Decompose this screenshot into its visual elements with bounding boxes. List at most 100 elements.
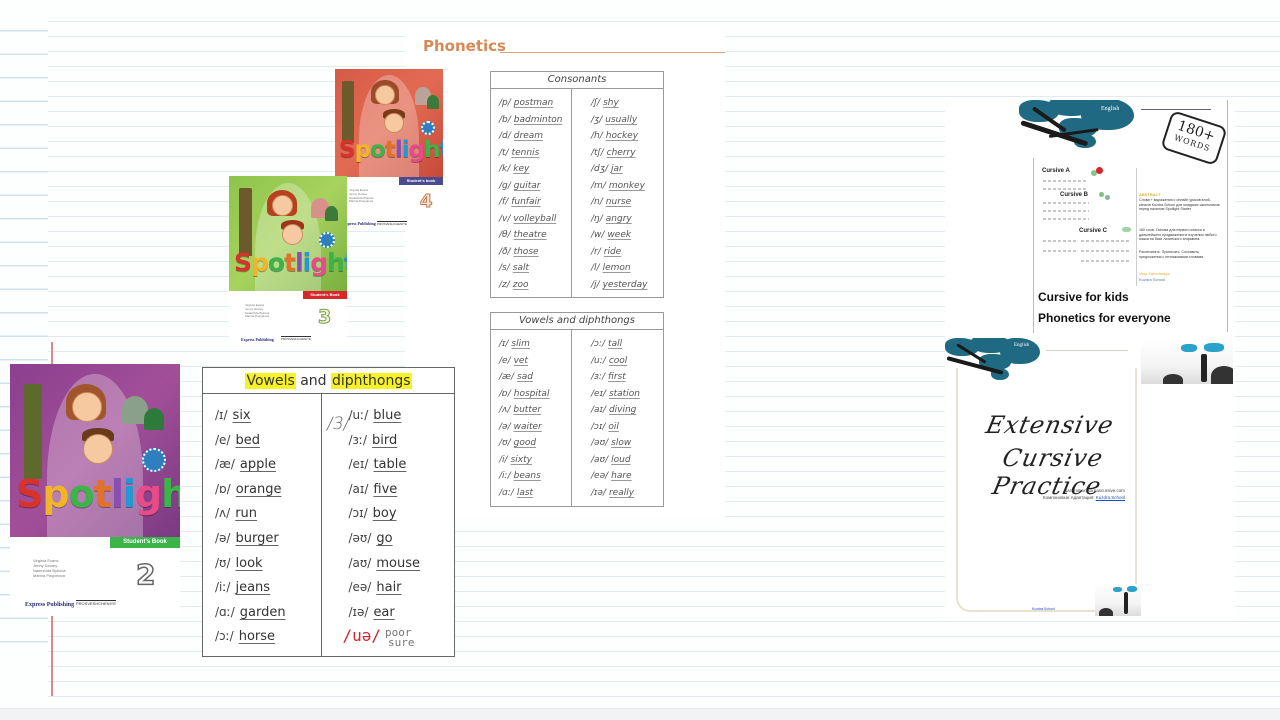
phoneme-row: /ə/waiter <box>499 419 571 436</box>
example-word: five <box>373 481 398 497</box>
phoneme-row: /p/postman <box>499 95 571 112</box>
ipa-symbol: /n/ <box>591 197 603 207</box>
phoneme-row: /eə/hair <box>349 575 455 600</box>
phoneme-row: /eɪ/station <box>591 386 663 403</box>
footer-link[interactable]: Kuzdra.School <box>1032 607 1055 611</box>
phoneme-row: /θ/theatre <box>499 227 571 244</box>
table-title: Vowels and diphthongs <box>203 368 454 394</box>
speech-cloud <box>1127 586 1137 592</box>
table-column-right: /ɔː/tall/uː/cool/ɜː/first/eɪ/station/aɪ/… <box>571 330 663 507</box>
author-name: Marina Pospelova <box>349 199 374 204</box>
logo-letter: t <box>93 472 112 516</box>
credit-label: Заготовки: <box>1064 488 1087 493</box>
handwritten-phoneme-row: /uə/poor sure <box>343 624 455 649</box>
practice-line <box>1043 218 1089 220</box>
phoneme-row: /ɪə/really <box>591 485 663 502</box>
book-authors: Virginia Evans Jenny Dooley Nadezhda Byk… <box>245 303 269 319</box>
phoneme-row: /i/sixty <box>499 452 571 469</box>
practice-line <box>1081 240 1131 242</box>
example-word: those <box>513 246 539 257</box>
ipa-symbol: /æ/ <box>499 372 515 382</box>
phoneme-row: /ŋ/angry <box>591 211 663 228</box>
example-word: run <box>235 506 258 522</box>
phoneme-row: /z/zoo <box>499 277 571 294</box>
ipa-symbol: /t/ <box>499 147 509 158</box>
spotlight-book-4-cover: Spotlight Student's book Virginia Evans … <box>335 69 443 229</box>
ipa-symbol: /aʊ/ <box>591 454 609 465</box>
ipa-symbol: /p/ <box>499 98 511 108</box>
bottom-bar <box>0 708 1280 720</box>
ipa-symbol: /ɔː/ <box>215 629 234 644</box>
speech-cloud <box>1204 343 1224 352</box>
example-word: week <box>607 230 632 240</box>
credit-line: Компоновка/ Адаптация: Kuzdra.School <box>965 495 1125 500</box>
cursive-a-label: Cursive A <box>1042 168 1070 174</box>
table-body: /p/postman/b/badminton/d/dream/t/tennis /… <box>491 89 663 298</box>
example-word: slow <box>611 438 632 448</box>
example-word: good <box>513 438 537 448</box>
ipa-symbol: /ɒ/ <box>499 388 511 399</box>
eu-badge-icon <box>421 121 435 135</box>
table-body: /ɪ/six/e/bed/æ/apple/ɒ/orange/ʌ/run/ə/bu… <box>203 394 454 656</box>
phoneme-row: /aɪ/five <box>349 477 455 502</box>
cover-art: Spotlight <box>335 69 443 177</box>
handwritten-ipa-symbol: /uə/ <box>342 626 382 646</box>
practice-line <box>1043 210 1089 212</box>
spotlight-logo: Spotlight <box>16 472 180 516</box>
logo-letter: S <box>16 472 43 516</box>
spotlight-logo: Spotlight <box>339 137 443 163</box>
phoneme-row: /ð/those <box>499 244 571 261</box>
ipa-symbol: /b/ <box>499 114 511 125</box>
phoneme-row: /t/tennis <box>499 145 571 162</box>
ipa-symbol: /g/ <box>499 180 511 191</box>
logo-letter: h <box>424 137 440 163</box>
phoneme-row: /iː/jeans <box>215 575 321 600</box>
phoneme-row: /r/ride <box>591 244 663 261</box>
example-word: salt <box>512 263 529 273</box>
example-word: angry <box>605 213 632 224</box>
publisher2-logo: PROSVESHCHENIYE <box>377 221 408 226</box>
example-word: garden <box>239 604 286 620</box>
cover-art: Spotlight <box>10 364 180 537</box>
logo-letter: o <box>68 472 95 516</box>
corner-tree-illustration <box>1095 584 1141 616</box>
logo-letter: g <box>408 137 426 163</box>
phoneme-row: /ɜː/first <box>591 369 663 386</box>
example-word: shy <box>603 98 619 108</box>
tree-illustration: English <box>945 338 1040 380</box>
logo-letter: l <box>110 472 124 516</box>
ipa-symbol: /e/ <box>215 432 231 447</box>
ipa-symbol: /i/ <box>499 454 508 465</box>
phoneme-row: /eɪ/table <box>349 452 455 477</box>
ipa-symbol: /ɑː/ <box>215 604 235 619</box>
ipa-symbol: /k/ <box>499 164 511 174</box>
ipa-symbol: /ɜː/ <box>591 372 606 382</box>
ipa-symbol: /ɪ/ <box>215 408 228 422</box>
example-word: ear <box>373 604 395 620</box>
phoneme-row: /e/vet <box>499 353 571 370</box>
phoneme-row: /ə/burger <box>215 526 321 551</box>
example-word: diving <box>608 405 637 415</box>
logo-letter: S <box>339 137 356 163</box>
ipa-symbol: /aʊ/ <box>348 555 372 570</box>
practice-line <box>1043 250 1077 252</box>
example-word: blue <box>373 408 402 423</box>
example-word: tall <box>608 339 623 349</box>
phoneme-row: /h/hockey <box>591 128 663 145</box>
ipa-symbol: /uː/ <box>591 355 606 366</box>
credit-link[interactable]: Kuzdra.School <box>1096 495 1125 500</box>
ipa-symbol: /ʃ/ <box>591 98 601 108</box>
example-word: bird <box>372 432 398 448</box>
book-number: 3 <box>317 306 332 329</box>
example-word: last <box>516 487 534 498</box>
logo-letter: i <box>302 248 312 277</box>
handwritten-word: sure <box>388 635 415 649</box>
phoneme-row: /dʒ/jar <box>591 161 663 178</box>
example-word: beans <box>513 471 541 481</box>
ipa-symbol: /l/ <box>591 263 600 273</box>
table-title: Vowels and diphthongs <box>491 313 663 330</box>
phoneme-row: /uː/cool <box>591 353 663 370</box>
author-name: Marina Pospelova <box>33 573 66 578</box>
dot-red <box>1096 167 1103 174</box>
logo-letter: p <box>42 472 69 516</box>
